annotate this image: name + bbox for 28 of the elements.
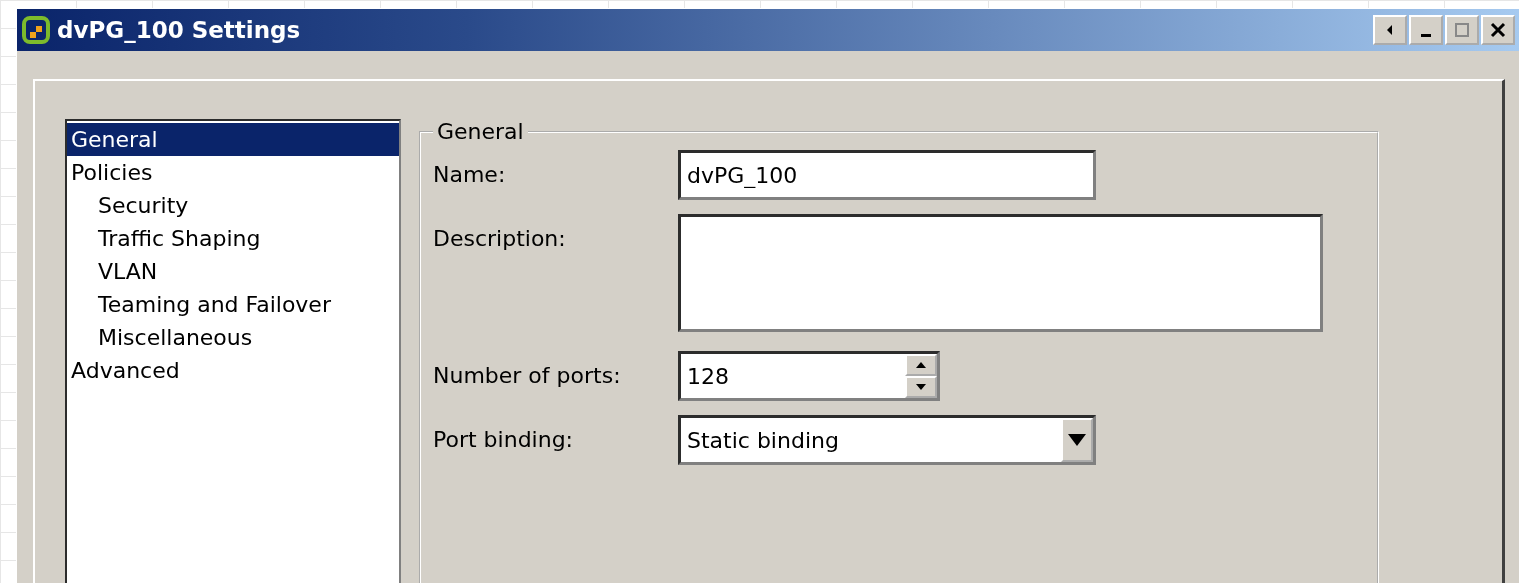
- category-item[interactable]: General: [67, 123, 399, 156]
- category-item[interactable]: Miscellaneous: [67, 321, 399, 354]
- group-title: General: [436, 119, 525, 144]
- spin-down-icon[interactable]: [905, 376, 937, 398]
- category-item[interactable]: Traffic Shaping: [67, 222, 399, 255]
- category-item[interactable]: Policies: [67, 156, 399, 189]
- spin-up-icon[interactable]: [905, 354, 937, 376]
- name-field[interactable]: dvPG_100: [678, 150, 1096, 200]
- close-button[interactable]: [1481, 15, 1515, 45]
- maximize-icon: [1454, 22, 1470, 38]
- ports-spinner[interactable]: 128: [678, 351, 940, 401]
- category-item[interactable]: VLAN: [67, 255, 399, 288]
- window-title: dvPG_100 Settings: [57, 17, 301, 43]
- category-item[interactable]: Teaming and Failover: [67, 288, 399, 321]
- field-label: Description:: [433, 225, 567, 251]
- category-item[interactable]: Security: [67, 189, 399, 222]
- description-field[interactable]: [678, 214, 1323, 332]
- field-label: Number of ports:: [433, 362, 622, 388]
- scroll-left-button[interactable]: [1373, 15, 1407, 45]
- close-icon: [1490, 22, 1506, 38]
- category-item[interactable]: Advanced: [67, 354, 399, 387]
- minimize-icon: [1421, 33, 1431, 37]
- left-arrow-icon: [1385, 24, 1395, 36]
- port-binding-dropdown[interactable]: Static binding: [678, 415, 1096, 465]
- minimize-button[interactable]: [1409, 15, 1443, 45]
- field-label: Name:: [433, 161, 507, 187]
- field-label: Port binding:: [433, 426, 575, 452]
- app-logo-icon: [21, 15, 51, 45]
